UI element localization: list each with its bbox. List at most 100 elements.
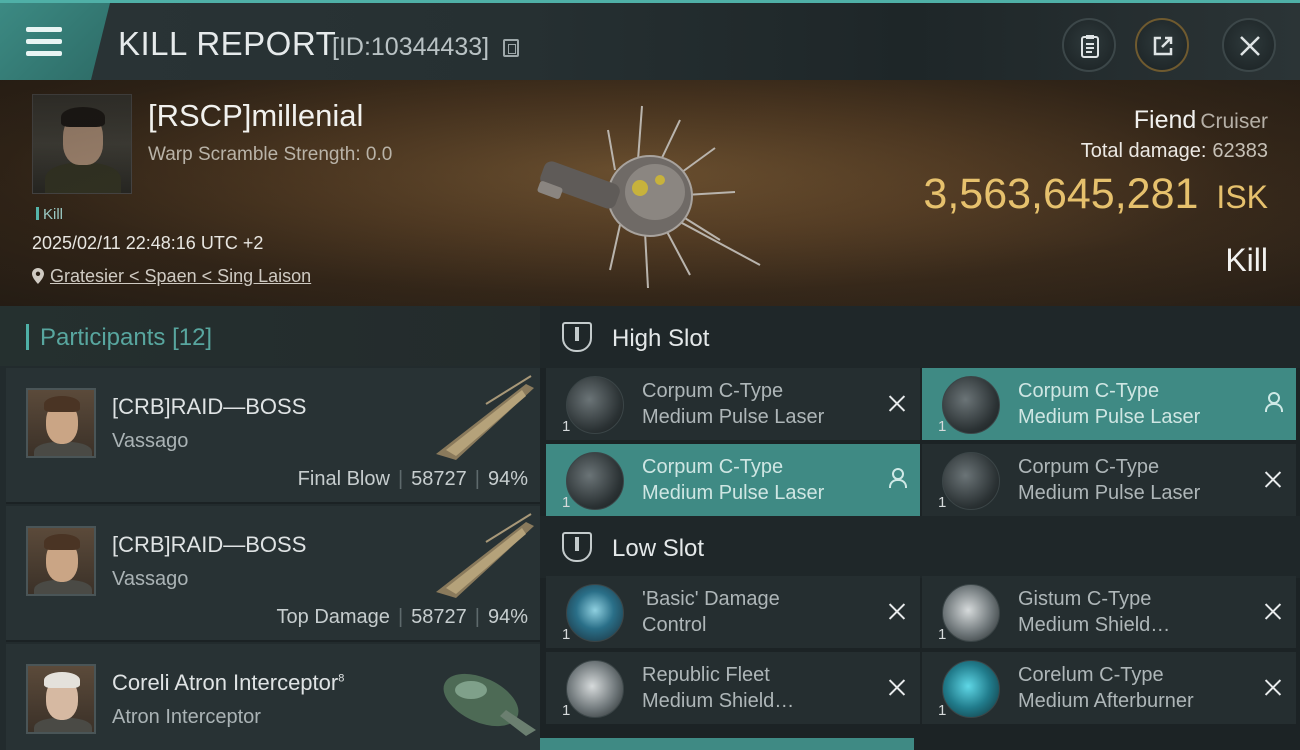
participant-role: Final Blow xyxy=(297,468,390,490)
location-link[interactable]: Gratesier < Spaen < Sing Laison xyxy=(50,266,311,286)
victim-ship-image[interactable] xyxy=(520,100,770,300)
destroyed-icon xyxy=(888,678,906,696)
low-slot-icon xyxy=(562,532,592,562)
isk-value-row: 3,563,645,281 ISK xyxy=(923,170,1268,219)
kill-report-screen: KILL REPORT [ID:10344433] [RSCP]millenia… xyxy=(0,0,1300,750)
low-slot-header: Low Slot xyxy=(540,516,1300,578)
kill-tag: Kill xyxy=(36,206,63,223)
item-name: Gistum C-Type Medium Shield… xyxy=(1018,588,1171,636)
close-button[interactable] xyxy=(1222,18,1276,72)
shield-extender-icon xyxy=(566,660,624,718)
participant-avatar[interactable] xyxy=(26,388,96,458)
participant-damage: 58727 xyxy=(411,468,467,490)
participant-ship-image xyxy=(436,375,534,460)
slot-item[interactable]: 1 Corpum C-Type Medium Pulse Laser xyxy=(922,444,1296,516)
participant-row[interactable]: [CRB]RAID—BOSS Vassago Top Damage | 58727 |… xyxy=(6,506,540,642)
participant-percent: 94% xyxy=(487,468,528,490)
participant-stats: Top Damage | 58727 | 94% xyxy=(276,606,528,628)
share-icon xyxy=(1153,36,1173,56)
destroyed-icon xyxy=(888,394,906,412)
participants-header: Participants [12] xyxy=(0,306,540,366)
participant-percent: 94% xyxy=(487,606,528,628)
victim-ship: Fiend Cruiser xyxy=(1134,106,1268,135)
isk-value: 3,563,645,281 xyxy=(923,170,1199,218)
participant-level: 8 xyxy=(338,672,345,685)
victim-name[interactable]: [RSCP]millenial xyxy=(148,98,363,134)
warp-scramble-strength: Warp Scramble Strength: 0.0 xyxy=(148,144,393,165)
item-name: Corpum C-Type Medium Pulse Laser xyxy=(642,456,825,504)
item-name: Republic Fleet Medium Shield… xyxy=(642,664,795,712)
participant-avatar[interactable] xyxy=(26,664,96,734)
close-icon xyxy=(1240,36,1260,56)
clipboard-icon xyxy=(1081,35,1099,58)
slot-item[interactable]: 1 Corpum C-Type Medium Pulse Laser xyxy=(546,444,920,516)
participants-title: Participants [12] xyxy=(40,324,213,351)
ship-class: Cruiser xyxy=(1200,110,1268,133)
dropped-icon xyxy=(888,468,907,488)
destroyed-icon xyxy=(888,602,906,620)
item-quantity: 1 xyxy=(938,418,947,435)
copy-icon[interactable] xyxy=(503,39,519,57)
item-name: Corpum C-Type Medium Pulse Laser xyxy=(642,380,825,428)
participant-row[interactable]: Coreli Atron Interceptor8 Atron Intercep… xyxy=(6,644,540,750)
afterburner-icon xyxy=(942,660,1000,718)
kill-datetime: 2025/02/11 22:48:16 UTC +2 xyxy=(32,233,264,253)
slot-item[interactable]: 1 Republic Fleet Medium Shield… xyxy=(546,652,920,724)
item-quantity: 1 xyxy=(562,626,571,643)
victim-portrait[interactable] xyxy=(32,94,132,194)
clipboard-button[interactable] xyxy=(1062,18,1116,72)
participants-panel: Participants [12] [CRB]RAID—BOSS Vassago… xyxy=(0,306,540,750)
menu-icon-line xyxy=(26,51,62,56)
participant-name: [CRB]RAID—BOSS xyxy=(112,394,307,419)
destroyed-icon xyxy=(1264,678,1282,696)
high-slot-title: High Slot xyxy=(612,325,710,352)
item-quantity: 1 xyxy=(562,418,571,435)
participants-count: [12] xyxy=(172,324,213,351)
damage-control-icon xyxy=(566,584,624,642)
isk-unit: ISK xyxy=(1216,179,1268,215)
item-quantity: 1 xyxy=(938,494,947,511)
participant-avatar[interactable] xyxy=(26,526,96,596)
participant-damage: 58727 xyxy=(411,606,467,628)
item-name: Corpum C-Type Medium Pulse Laser xyxy=(1018,380,1201,428)
shield-icon xyxy=(942,584,1000,642)
share-button[interactable] xyxy=(1135,18,1189,72)
item-name: 'Basic' Damage Control xyxy=(642,588,780,636)
slot-item[interactable]: 1 Corpum C-Type Medium Pulse Laser xyxy=(922,368,1296,440)
item-name: Corelum C-Type Medium Afterburner xyxy=(1018,664,1194,712)
low-slot-title: Low Slot xyxy=(612,535,705,562)
next-slot-item-partial[interactable] xyxy=(540,738,914,750)
participant-ship-image xyxy=(436,513,534,598)
pulse-laser-icon xyxy=(942,452,1000,510)
item-quantity: 1 xyxy=(938,702,947,719)
menu-button[interactable] xyxy=(0,3,110,83)
dropped-icon xyxy=(1264,392,1283,412)
slot-item[interactable]: 1 Gistum C-Type Medium Shield… xyxy=(922,576,1296,648)
high-slot-icon xyxy=(562,322,592,352)
item-quantity: 1 xyxy=(938,626,947,643)
top-bar: KILL REPORT [ID:10344433] xyxy=(0,0,1300,83)
slot-item[interactable]: 1 Corelum C-Type Medium Afterburner xyxy=(922,652,1296,724)
participant-name: [CRB]RAID—BOSS xyxy=(112,532,307,557)
participant-row[interactable]: [CRB]RAID—BOSS Vassago Final Blow | 58727 |… xyxy=(6,368,540,504)
slot-item[interactable]: 1 'Basic' Damage Control xyxy=(546,576,920,648)
item-quantity: 1 xyxy=(562,494,571,511)
total-damage-label: Total damage: xyxy=(1080,140,1207,162)
participant-ship-image xyxy=(443,673,536,736)
participant-ship: Vassago xyxy=(112,430,189,452)
high-slot-header: High Slot xyxy=(540,306,1300,368)
participant-ship: Atron Interceptor xyxy=(112,706,261,728)
destroyed-icon xyxy=(1264,470,1282,488)
page-title: KILL REPORT xyxy=(118,25,337,62)
slot-item[interactable]: 1 Corpum C-Type Medium Pulse Laser xyxy=(546,368,920,440)
menu-icon-line xyxy=(26,39,62,44)
result-label: Kill xyxy=(1225,242,1268,278)
report-id: [ID:10344433] xyxy=(332,33,490,61)
participant-name: Coreli Atron Interceptor8 xyxy=(112,670,345,695)
item-name: Corpum C-Type Medium Pulse Laser xyxy=(1018,456,1201,504)
total-damage: Total damage: 62383 xyxy=(1081,140,1268,163)
pulse-laser-icon xyxy=(566,376,624,434)
participant-stats: Final Blow | 58727 | 94% xyxy=(297,468,528,490)
menu-icon xyxy=(26,27,62,32)
pulse-laser-icon xyxy=(566,452,624,510)
